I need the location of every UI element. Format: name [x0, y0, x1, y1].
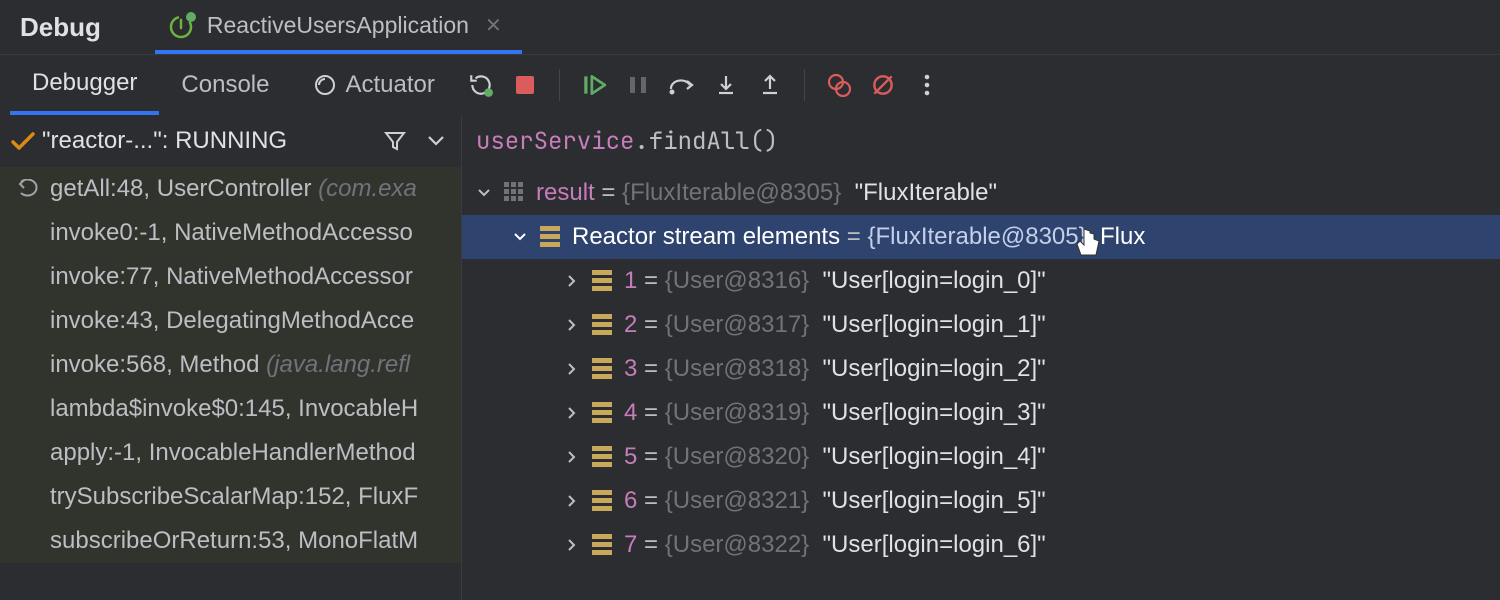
- mute-breakpoints-icon[interactable]: [863, 65, 903, 105]
- bars-icon: [592, 446, 614, 468]
- var-item[interactable]: 2 = {User@8317} "User[login=login_1]": [462, 303, 1500, 347]
- rerun-icon[interactable]: [461, 65, 501, 105]
- var-result[interactable]: result = {FluxIterable@8305} "FluxIterab…: [462, 171, 1500, 215]
- chevron-down-icon[interactable]: [510, 232, 530, 242]
- run-config-tab[interactable]: ReactiveUsersApplication ✕: [155, 0, 522, 54]
- var-item[interactable]: 4 = {User@8319} "User[login=login_3]": [462, 391, 1500, 435]
- frame-row[interactable]: invoke0:-1, NativeMethodAccesso: [0, 211, 461, 255]
- run-config-name: ReactiveUsersApplication: [207, 12, 469, 39]
- step-out-icon[interactable]: [750, 65, 790, 105]
- filter-icon[interactable]: [375, 121, 415, 161]
- variables-pane: userService.findAll() result = {FluxIter…: [462, 115, 1500, 600]
- tab-debugger[interactable]: Debugger: [10, 55, 159, 115]
- bars-icon: [592, 314, 614, 336]
- frames-list[interactable]: getAll:48, UserController (com.exa invok…: [0, 167, 461, 600]
- resume-icon[interactable]: [574, 65, 614, 105]
- toolbar-divider: [559, 69, 560, 101]
- chevron-down-icon[interactable]: [474, 188, 494, 198]
- frame-row[interactable]: getAll:48, UserController (com.exa: [0, 167, 461, 211]
- more-icon[interactable]: [907, 65, 947, 105]
- frame-row[interactable]: apply:-1, InvocableHandlerMethod: [0, 431, 461, 475]
- bars-icon: [592, 402, 614, 424]
- frame-row[interactable]: subscribeOrReturn:53, MonoFlatM: [0, 519, 461, 563]
- var-item[interactable]: 1 = {User@8316} "User[login=login_0]": [462, 259, 1500, 303]
- bars-icon: [592, 270, 614, 292]
- view-breakpoints-icon[interactable]: [819, 65, 859, 105]
- step-into-icon[interactable]: [706, 65, 746, 105]
- frame-row[interactable]: invoke:43, DelegatingMethodAcce: [0, 299, 461, 343]
- toolbar-divider: [804, 69, 805, 101]
- bars-icon: [592, 490, 614, 512]
- chevron-right-icon[interactable]: [562, 274, 582, 288]
- frame-row[interactable]: lambda$invoke$0:145, InvocableH: [0, 387, 461, 431]
- thread-selector[interactable]: "reactor-...": RUNNING: [0, 115, 461, 167]
- toolwindow-title: Debug: [10, 12, 115, 43]
- debug-inner-tabs: Debugger Console Actuator: [10, 55, 457, 115]
- variables-tree[interactable]: result = {FluxIterable@8305} "FluxIterab…: [462, 167, 1500, 600]
- var-reactor-stream[interactable]: Reactor stream elements = {FluxIterable@…: [462, 215, 1500, 259]
- drop-frame-icon[interactable]: [18, 179, 40, 199]
- chevron-right-icon[interactable]: [562, 494, 582, 508]
- step-over-icon[interactable]: [662, 65, 702, 105]
- var-item[interactable]: 5 = {User@8320} "User[login=login_4]": [462, 435, 1500, 479]
- var-item[interactable]: 6 = {User@8321} "User[login=login_5]": [462, 479, 1500, 523]
- stop-icon[interactable]: [505, 65, 545, 105]
- bars-icon: [592, 534, 614, 556]
- var-item[interactable]: 3 = {User@8318} "User[login=login_2]": [462, 347, 1500, 391]
- tab-actuator[interactable]: Actuator: [291, 55, 456, 115]
- close-tab-icon[interactable]: ✕: [479, 13, 508, 38]
- spring-boot-icon: [169, 11, 197, 39]
- actuator-icon: [313, 73, 337, 97]
- debug-main: "reactor-...": RUNNING getAll:48, UserCo…: [0, 115, 1500, 600]
- pause-icon[interactable]: [618, 65, 658, 105]
- bars-icon: [592, 358, 614, 380]
- chevron-down-icon[interactable]: [421, 121, 451, 161]
- frame-row[interactable]: invoke:77, NativeMethodAccessor: [0, 255, 461, 299]
- chevron-right-icon[interactable]: [562, 362, 582, 376]
- grid-icon: [504, 182, 526, 204]
- chevron-right-icon[interactable]: [562, 450, 582, 464]
- var-item[interactable]: 7 = {User@8322} "User[login=login_6]": [462, 523, 1500, 567]
- tab-console[interactable]: Console: [159, 55, 291, 115]
- thread-status-icon: [10, 130, 36, 152]
- bars-icon: [540, 226, 562, 248]
- chevron-right-icon[interactable]: [562, 538, 582, 552]
- debug-toolwindow-header: Debug ReactiveUsersApplication ✕: [0, 0, 1500, 55]
- frame-row[interactable]: invoke:568, Method (java.lang.refl: [0, 343, 461, 387]
- debug-toolbar: Debugger Console Actuator: [0, 55, 1500, 115]
- chevron-right-icon[interactable]: [562, 406, 582, 420]
- thread-label: "reactor-...": RUNNING: [42, 127, 287, 155]
- frame-row[interactable]: trySubscribeScalarMap:152, FluxF: [0, 475, 461, 519]
- frames-pane: "reactor-...": RUNNING getAll:48, UserCo…: [0, 115, 462, 600]
- evaluate-expression-input[interactable]: userService.findAll(): [462, 115, 1500, 167]
- chevron-right-icon[interactable]: [562, 318, 582, 332]
